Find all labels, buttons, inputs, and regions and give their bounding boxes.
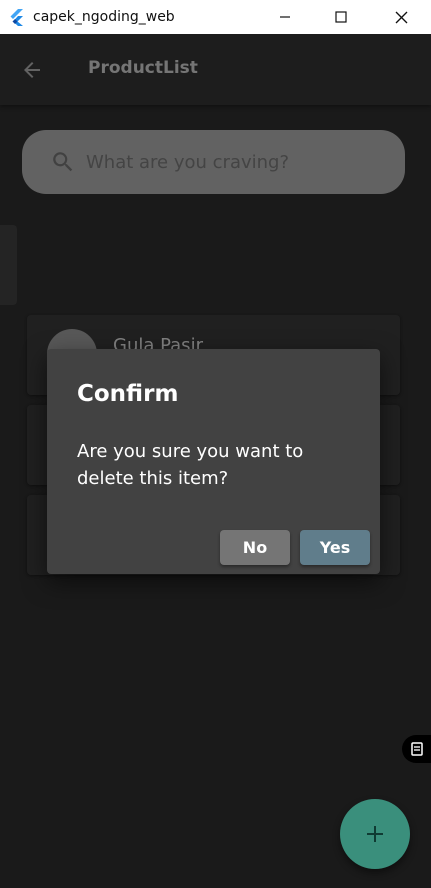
minimize-icon [280,16,290,18]
no-button[interactable]: No [220,530,290,565]
dialog-title: Confirm [77,381,179,407]
close-button[interactable] [372,0,430,34]
document-icon [411,742,423,756]
window-title: capek_ngoding_web [33,9,175,25]
add-product-button[interactable] [340,799,410,869]
maximize-button[interactable] [312,0,370,34]
confirm-dialog: Confirm Are you sure you want to delete … [47,349,380,574]
flutter-logo-icon [10,9,23,26]
debug-inspector-button[interactable] [402,735,431,763]
minimize-button[interactable] [256,0,314,34]
app-content: ProductList Gula Pasir Confirm Are you s… [0,34,431,888]
yes-button[interactable]: Yes [300,530,370,565]
dialog-message: Are you sure you want to delete this ite… [77,441,304,489]
window-titlebar: capek_ngoding_web [0,0,431,34]
close-icon [395,11,407,23]
add-icon [367,826,383,842]
maximize-icon [335,11,347,23]
